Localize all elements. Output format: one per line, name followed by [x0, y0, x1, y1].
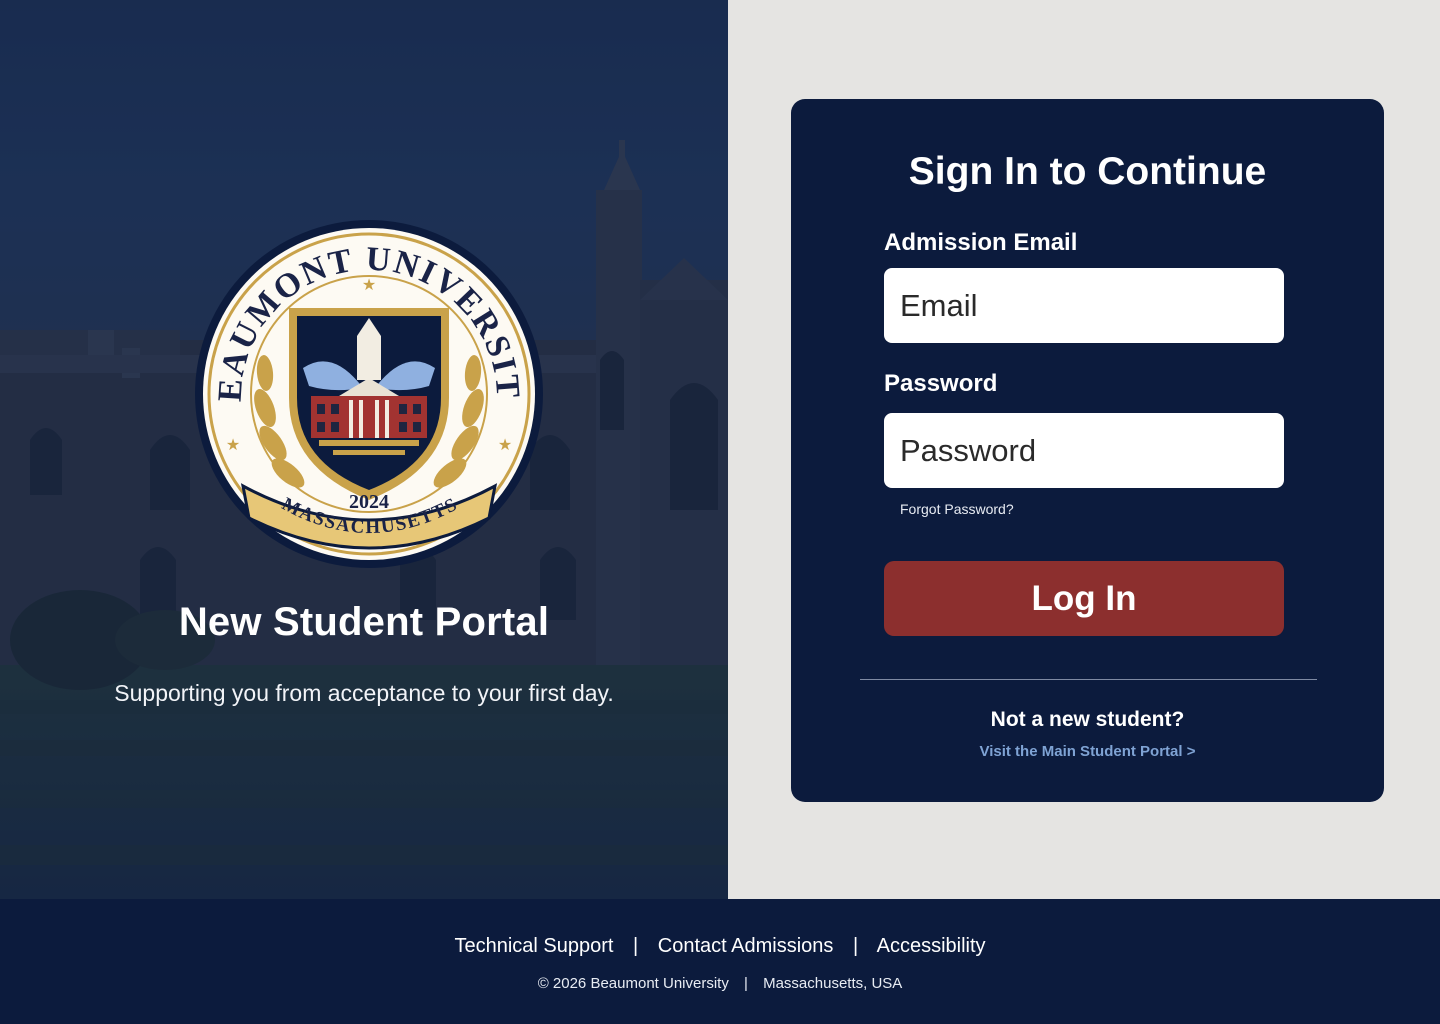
footer: Technical Support | Contact Admissions |… [0, 899, 1440, 1024]
crest-year-text: 2024 [349, 491, 389, 513]
accessibility-link[interactable]: Accessibility [877, 935, 986, 957]
location-text: Massachusetts, USA [763, 975, 903, 992]
footer-separator: | [744, 975, 748, 992]
forgot-password-link[interactable]: Forgot Password? [900, 501, 1014, 517]
password-field[interactable] [884, 413, 1284, 488]
footer-separator: | [633, 935, 639, 957]
svg-text:★: ★ [498, 435, 512, 454]
login-button[interactable]: Log In [884, 561, 1284, 636]
university-crest-logo: BEAUMONT UNIVERSITY ★ ★ ★ [193, 218, 543, 568]
login-heading: Sign In to Continue [908, 150, 1267, 193]
svg-text:★: ★ [226, 435, 240, 454]
copyright-text: © 2026 Beaumont University [537, 975, 729, 992]
password-label: Password [884, 370, 998, 397]
contact-admissions-link[interactable]: Contact Admissions [658, 935, 834, 957]
technical-support-link[interactable]: Technical Support [454, 935, 613, 957]
hero-subtitle: Supporting you from acceptance to your f… [114, 680, 614, 706]
hero-title: New Student Portal [178, 600, 550, 644]
footer-copyright: © 2026 Beaumont University | Massachuset… [0, 975, 1440, 992]
footer-separator: | [852, 935, 859, 957]
main-student-portal-link[interactable]: Visit the Main Student Portal > [791, 743, 1384, 760]
svg-text:★: ★ [362, 275, 376, 294]
hero-panel: BEAUMONT UNIVERSITY ★ ★ ★ [0, 0, 728, 899]
email-label: Admission Email [884, 229, 1078, 256]
email-field[interactable] [884, 268, 1284, 343]
card-divider [860, 679, 1317, 680]
footer-links: Technical Support | Contact Admissions |… [0, 935, 1440, 958]
not-new-student-text: Not a new student? [990, 708, 1185, 731]
